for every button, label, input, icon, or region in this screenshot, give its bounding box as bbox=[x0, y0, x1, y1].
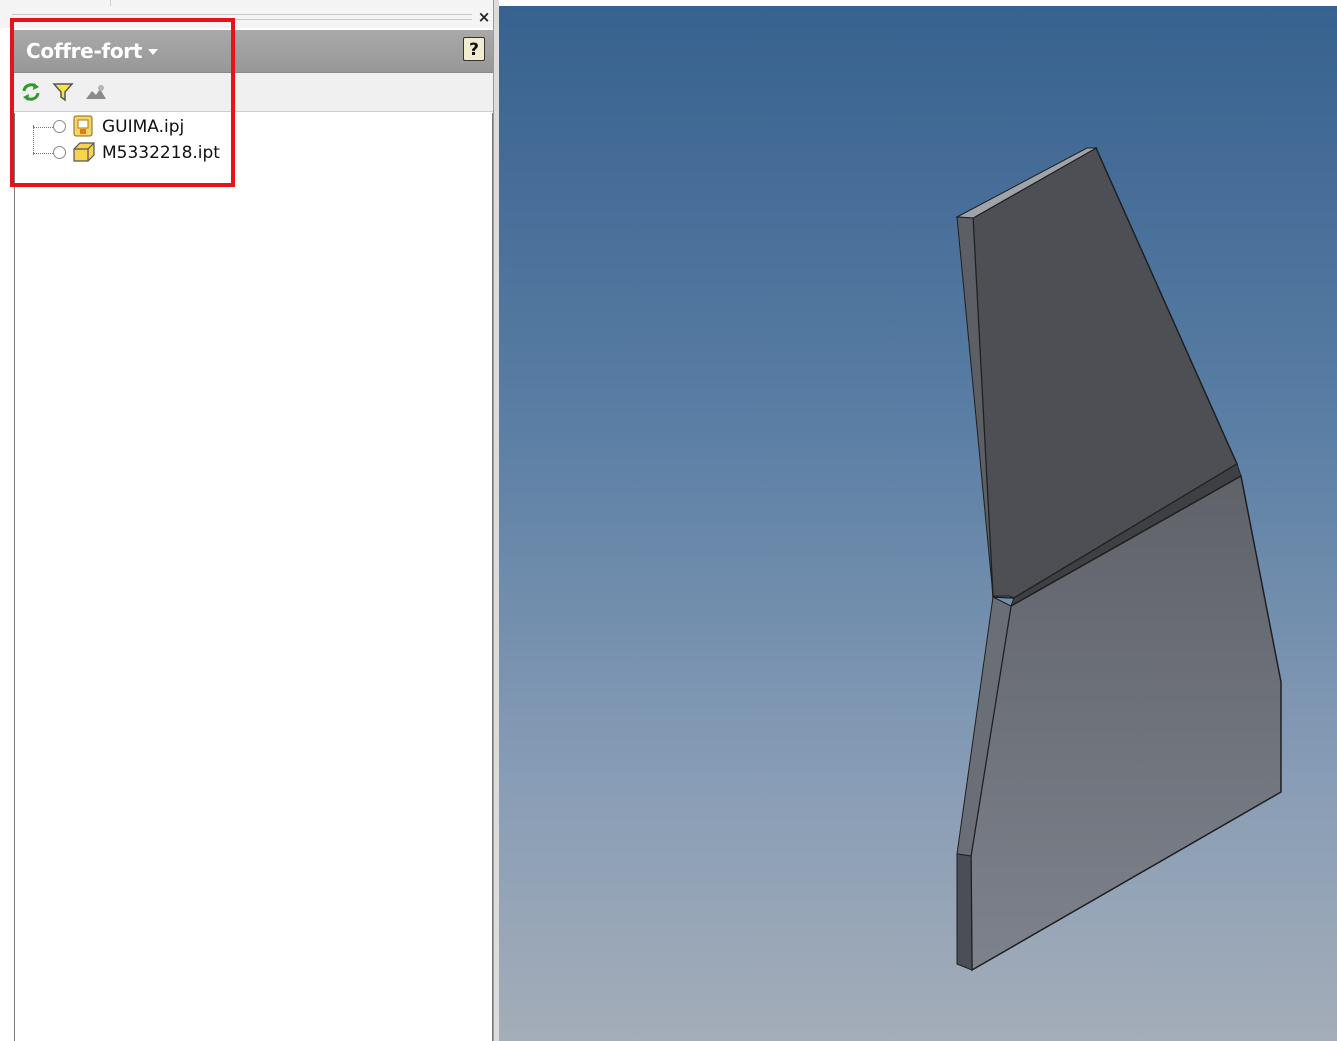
vault-tree: GUIMA.ipj M5332218.ipt bbox=[14, 113, 493, 1041]
tree-item-part[interactable]: M5332218.ipt bbox=[15, 141, 315, 165]
browser-header: Coffre-fort ? bbox=[14, 30, 493, 73]
vault-search-icon[interactable] bbox=[84, 81, 106, 103]
browser-selector-dropdown[interactable]: Coffre-fort bbox=[26, 39, 159, 63]
status-indicator bbox=[53, 120, 66, 133]
tree-item-label: GUIMA.ipj bbox=[102, 117, 185, 137]
tree-connector bbox=[33, 115, 53, 128]
panel-title-bar[interactable]: × bbox=[0, 0, 497, 28]
tree-item-project[interactable]: GUIMA.ipj bbox=[15, 115, 315, 139]
3d-viewport[interactable] bbox=[499, 6, 1337, 1041]
tree-connector bbox=[33, 141, 53, 154]
browser-panel: × Coffre-fort ? GUIMA.ipj M5332218.ipt bbox=[0, 0, 497, 1041]
filter-icon[interactable] bbox=[52, 81, 74, 103]
help-button[interactable]: ? bbox=[463, 37, 485, 61]
browser-title: Coffre-fort bbox=[26, 39, 143, 63]
sheet-metal-part-model[interactable] bbox=[499, 6, 1337, 1041]
part-file-icon bbox=[72, 141, 95, 163]
tree-item-label: M5332218.ipt bbox=[102, 143, 220, 163]
chevron-down-icon bbox=[148, 49, 159, 55]
status-indicator bbox=[53, 146, 66, 159]
close-panel-button[interactable]: × bbox=[476, 8, 492, 26]
browser-toolbar bbox=[14, 73, 493, 112]
project-file-icon bbox=[72, 115, 94, 137]
refresh-icon[interactable] bbox=[20, 81, 42, 103]
panel-grip[interactable] bbox=[12, 14, 472, 20]
divider bbox=[110, 0, 111, 6]
